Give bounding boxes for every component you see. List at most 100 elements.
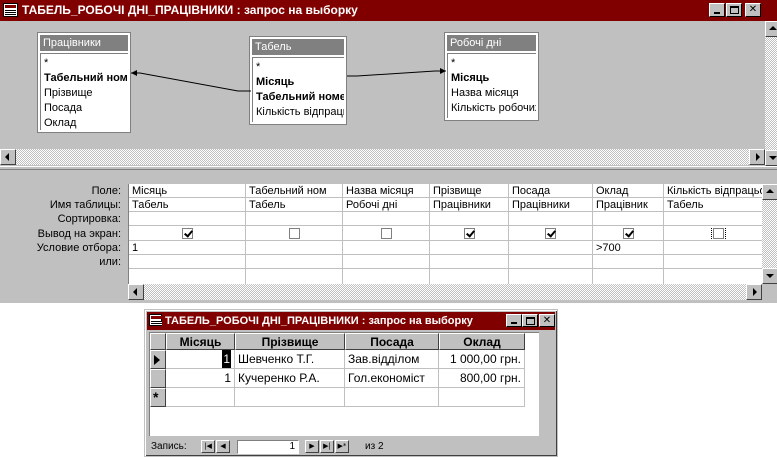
qbe-or-cell[interactable]: [664, 255, 764, 269]
scroll-right-button[interactable]: [749, 149, 765, 165]
qbe-criteria-cell[interactable]: 1: [129, 241, 245, 255]
qbe-horizontal-scrollbar[interactable]: [128, 284, 762, 300]
qbe-or-cell[interactable]: [430, 255, 508, 269]
qbe-field-cell[interactable]: Табельний ном: [246, 184, 342, 198]
qbe-sort-cell[interactable]: [509, 212, 592, 226]
column-header-month[interactable]: Місяць: [166, 333, 235, 350]
show-checkbox[interactable]: [181, 227, 193, 239]
table-cell-month[interactable]: 1: [166, 350, 235, 369]
qbe-column[interactable]: Табельний ном Табель: [246, 184, 343, 284]
last-record-button[interactable]: ▶|: [320, 440, 334, 453]
qbe-field-cell[interactable]: Прізвище: [430, 184, 508, 198]
close-button[interactable]: ✕: [745, 3, 761, 17]
qbe-sort-cell[interactable]: [129, 212, 245, 226]
qbe-sort-cell[interactable]: [430, 212, 508, 226]
scroll-right-button[interactable]: [746, 284, 762, 300]
table-cell-salary[interactable]: 800,00 грн.: [439, 369, 525, 388]
row-selector[interactable]: [150, 369, 166, 388]
qbe-criteria-cell[interactable]: [430, 241, 508, 255]
show-checkbox[interactable]: [545, 227, 556, 239]
table-cell-month[interactable]: 1: [166, 369, 235, 388]
row-selector-current[interactable]: [150, 350, 166, 369]
minimize-button[interactable]: [709, 3, 725, 17]
upper-horizontal-scrollbar[interactable]: [0, 149, 765, 165]
qbe-or-cell[interactable]: [246, 255, 342, 269]
datasheet-app-icon[interactable]: [3, 3, 18, 17]
qbe-sort-cell[interactable]: [664, 212, 764, 226]
result-titlebar[interactable]: ТАБЕЛЬ_РОБОЧІ ДНІ_ПРАЦІВНИКИ : запрос на…: [147, 312, 555, 330]
select-all-corner[interactable]: [150, 333, 166, 350]
qbe-criteria-cell[interactable]: [509, 241, 592, 255]
qbe-sort-cell[interactable]: [246, 212, 342, 226]
table-cell-surname[interactable]: Шевченко Т.Г.: [235, 350, 345, 369]
table-cell-new[interactable]: [345, 388, 439, 407]
qbe-show-cell[interactable]: [664, 227, 764, 241]
close-button[interactable]: ✕: [539, 314, 555, 327]
table-cell-new[interactable]: [166, 388, 235, 407]
maximize-button[interactable]: [726, 3, 742, 17]
next-record-button[interactable]: ▶: [305, 440, 319, 453]
minimize-button[interactable]: [506, 314, 522, 327]
table-cell-surname[interactable]: Кучеренко Р.А.: [235, 369, 345, 388]
new-record-button[interactable]: ▶*: [335, 440, 349, 453]
qbe-column[interactable]: Оклад Працівник >700: [593, 184, 664, 284]
qbe-or-cell[interactable]: [343, 255, 429, 269]
qbe-show-cell[interactable]: [593, 227, 663, 241]
column-header-salary[interactable]: Оклад: [439, 333, 525, 350]
qbe-field-cell[interactable]: Посада: [509, 184, 592, 198]
qbe-table-cell[interactable]: Робочі дні: [343, 198, 429, 212]
qbe-table-cell[interactable]: Табель: [246, 198, 342, 212]
maximize-button[interactable]: [522, 314, 538, 327]
qbe-show-cell[interactable]: [509, 227, 592, 241]
qbe-column[interactable]: Місяць Табель 1: [129, 184, 246, 284]
qbe-show-cell[interactable]: [129, 227, 245, 241]
show-checkbox[interactable]: [622, 227, 634, 239]
scroll-down-button[interactable]: [765, 150, 777, 166]
qbe-show-cell[interactable]: [246, 227, 342, 241]
table-cell-new[interactable]: [235, 388, 345, 407]
qbe-column[interactable]: Назва місяця Робочі дні: [343, 184, 430, 284]
qbe-field-cell[interactable]: Оклад: [593, 184, 663, 198]
qbe-field-cell[interactable]: Назва місяця: [343, 184, 429, 198]
qbe-or-cell[interactable]: [509, 255, 592, 269]
qbe-sort-cell[interactable]: [593, 212, 663, 226]
row-selector-new[interactable]: *: [150, 388, 166, 407]
show-checkbox[interactable]: [711, 227, 726, 240]
qbe-grid[interactable]: Місяць Табель 1 Табельний ном Табель Наз…: [128, 184, 764, 284]
qbe-column[interactable]: Посада Працівники: [509, 184, 593, 284]
datasheet-app-icon[interactable]: [149, 314, 162, 326]
qbe-table-cell[interactable]: Працівник: [593, 198, 663, 212]
show-checkbox[interactable]: [288, 227, 300, 239]
show-checkbox[interactable]: [463, 227, 475, 239]
qbe-table-cell[interactable]: Працівники: [509, 198, 592, 212]
main-titlebar[interactable]: ТАБЕЛЬ_РОБОЧІ ДНІ_ПРАЦІВНИКИ : запрос на…: [0, 0, 777, 21]
column-header-surname[interactable]: Прізвище: [235, 333, 345, 350]
qbe-or-cell[interactable]: [593, 255, 663, 269]
scroll-left-button[interactable]: [0, 149, 16, 165]
qbe-or-cell[interactable]: [129, 255, 245, 269]
qbe-vertical-scrollbar[interactable]: [762, 184, 777, 284]
column-header-position[interactable]: Посада: [345, 333, 439, 350]
qbe-sort-cell[interactable]: [343, 212, 429, 226]
qbe-field-cell[interactable]: Місяць: [129, 184, 245, 198]
table-cell-salary[interactable]: 1 000,00 грн.: [439, 350, 525, 369]
qbe-show-cell[interactable]: [430, 227, 508, 241]
table-cell-position[interactable]: Зав.відділом: [345, 350, 439, 369]
first-record-button[interactable]: |◀: [201, 440, 215, 453]
scroll-left-button[interactable]: [128, 284, 144, 300]
table-cell-position[interactable]: Гол.економіст: [345, 369, 439, 388]
table-cell-new[interactable]: [439, 388, 525, 407]
previous-record-button[interactable]: ◀: [216, 440, 230, 453]
scroll-down-button[interactable]: [762, 268, 777, 284]
qbe-column[interactable]: Кількість відпрацьо Табель: [664, 184, 764, 284]
qbe-criteria-cell[interactable]: [343, 241, 429, 255]
qbe-criteria-cell[interactable]: [246, 241, 342, 255]
qbe-table-cell[interactable]: Табель: [664, 198, 764, 212]
scroll-up-button[interactable]: [765, 21, 777, 37]
show-checkbox[interactable]: [380, 227, 392, 239]
qbe-column[interactable]: Прізвище Працівники: [430, 184, 509, 284]
qbe-criteria-cell[interactable]: >700: [593, 241, 663, 255]
qbe-table-cell[interactable]: Працівники: [430, 198, 508, 212]
qbe-table-cell[interactable]: Табель: [129, 198, 245, 212]
record-number-input[interactable]: 1: [237, 440, 299, 454]
